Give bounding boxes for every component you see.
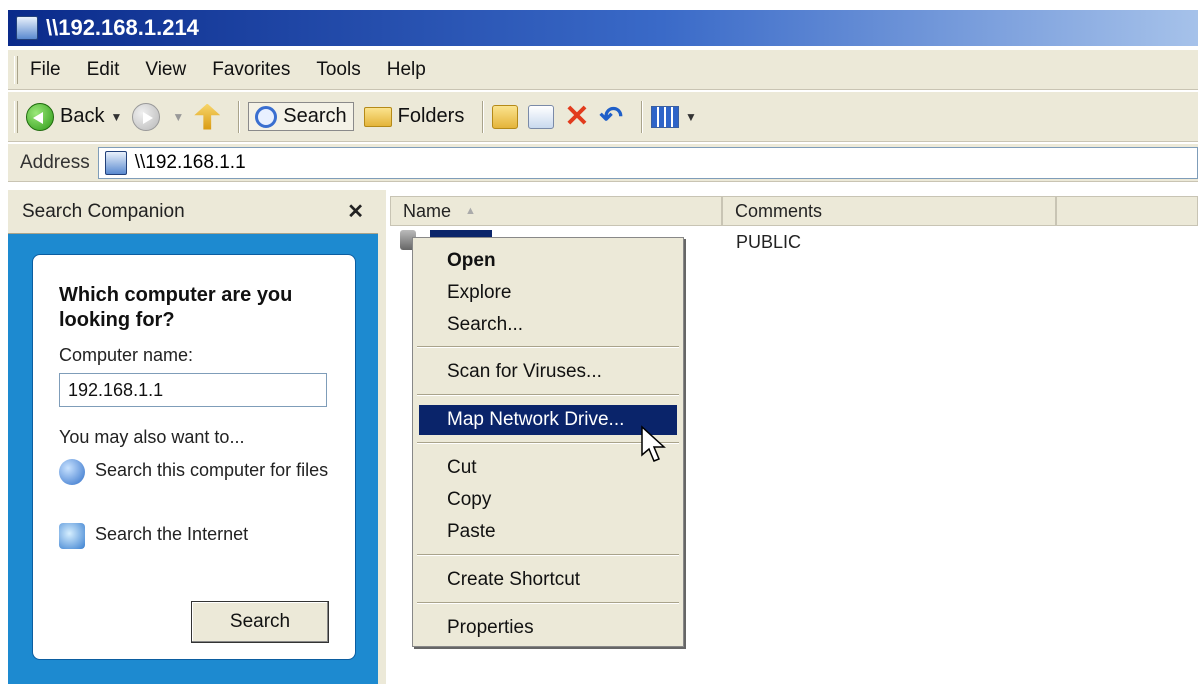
folders-label: Folders bbox=[397, 105, 465, 127]
context-separator bbox=[417, 394, 679, 396]
chevron-down-icon[interactable]: ▼ bbox=[685, 110, 697, 124]
up-arrow-icon bbox=[194, 103, 221, 130]
search-card: Which computer are you looking for? Comp… bbox=[32, 254, 356, 660]
computer-name-input[interactable]: 192.168.1.1 bbox=[59, 373, 327, 407]
toolbar-grip[interactable] bbox=[14, 100, 18, 133]
address-label: Address bbox=[20, 151, 90, 173]
menu-file[interactable]: File bbox=[30, 59, 61, 81]
column-header-blank[interactable] bbox=[1056, 196, 1198, 226]
also-want-label: You may also want to... bbox=[59, 427, 245, 447]
context-item-explore[interactable]: Explore bbox=[419, 278, 677, 308]
search-icon bbox=[255, 105, 278, 128]
column-header-name[interactable]: Name ▲ bbox=[390, 196, 722, 226]
search-label: Search bbox=[283, 105, 347, 127]
delete-icon[interactable]: ✕ bbox=[564, 101, 589, 132]
search-submit-button[interactable]: Search bbox=[191, 601, 329, 643]
search-computer-files-link[interactable]: Search this computer for files bbox=[59, 459, 329, 485]
title-bar: \\192.168.1.214 bbox=[8, 10, 1198, 46]
search-files-icon bbox=[59, 459, 85, 485]
search-question: Which computer are you looking for? bbox=[59, 284, 293, 331]
back-arrow-icon bbox=[26, 102, 54, 131]
move-to-icon[interactable] bbox=[492, 104, 519, 129]
address-value: \\192.168.1.1 bbox=[134, 151, 246, 173]
mouse-pointer-icon bbox=[641, 425, 666, 462]
context-item-create-shortcut[interactable]: Create Shortcut bbox=[419, 565, 677, 595]
column-name-label: Name bbox=[403, 200, 452, 221]
search-computer-files-label: Search this computer for files bbox=[95, 460, 329, 480]
undo-icon[interactable]: ↶ bbox=[599, 102, 622, 131]
menu-favorites[interactable]: Favorites bbox=[212, 59, 290, 81]
search-internet-link[interactable]: Search the Internet bbox=[59, 523, 248, 549]
up-folder-button[interactable] bbox=[194, 103, 221, 130]
views-button[interactable]: ▼ bbox=[650, 105, 697, 128]
context-item-copy[interactable]: Copy bbox=[419, 485, 677, 515]
copy-to-icon[interactable] bbox=[528, 104, 555, 129]
search-companion-title: Search Companion bbox=[22, 200, 185, 222]
address-input[interactable]: \\192.168.1.1 bbox=[97, 146, 1198, 179]
toolbar-separator bbox=[482, 100, 485, 133]
context-item-map-network-drive[interactable]: Map Network Drive... bbox=[419, 405, 677, 435]
menu-bar: File Edit View Favorites Tools Help bbox=[8, 50, 1198, 90]
window-title: \\192.168.1.214 bbox=[46, 15, 199, 40]
menu-tools[interactable]: Tools bbox=[316, 59, 360, 81]
folders-button[interactable]: Folders bbox=[363, 105, 465, 128]
context-separator bbox=[417, 554, 679, 556]
toolbar-separator bbox=[238, 100, 241, 133]
context-separator bbox=[417, 346, 679, 348]
back-button[interactable]: Back ▼ bbox=[26, 102, 122, 131]
menu-edit[interactable]: Edit bbox=[87, 59, 120, 81]
standard-toolbar: Back ▼ ▼ Search Folders ✕ ↶ ▼ bbox=[8, 92, 1198, 142]
menu-view[interactable]: View bbox=[145, 59, 186, 81]
context-item-scan-viruses[interactable]: Scan for Viruses... bbox=[419, 357, 677, 387]
search-internet-label: Search the Internet bbox=[95, 524, 249, 544]
computer-name-label: Computer name: bbox=[59, 345, 194, 365]
context-item-paste[interactable]: Paste bbox=[419, 517, 677, 547]
forward-arrow-icon bbox=[132, 102, 161, 131]
chevron-down-icon[interactable]: ▼ bbox=[172, 110, 184, 124]
network-folder-icon bbox=[104, 150, 127, 175]
column-comments-label: Comments bbox=[735, 200, 823, 221]
address-bar: Address \\192.168.1.1 bbox=[8, 144, 1198, 182]
context-separator bbox=[417, 602, 679, 604]
context-item-search[interactable]: Search... bbox=[419, 310, 677, 340]
toolbar-grip[interactable] bbox=[14, 55, 18, 84]
row-comment: PUBLIC bbox=[736, 232, 802, 252]
folder-icon bbox=[363, 106, 392, 127]
context-item-open[interactable]: Open bbox=[419, 246, 677, 276]
context-item-cut[interactable]: Cut bbox=[419, 453, 677, 483]
forward-button[interactable]: ▼ bbox=[132, 102, 184, 131]
close-icon[interactable]: ✕ bbox=[347, 199, 364, 224]
back-label: Back bbox=[60, 105, 105, 127]
search-internet-icon bbox=[59, 523, 85, 549]
network-folder-icon bbox=[16, 16, 38, 40]
search-button[interactable]: Search bbox=[248, 102, 354, 131]
sort-ascending-icon: ▲ bbox=[465, 205, 476, 217]
column-header-comments[interactable]: Comments bbox=[722, 196, 1056, 226]
toolbar-separator bbox=[640, 100, 643, 133]
views-icon bbox=[650, 105, 679, 128]
search-companion-pane: Search Companion ✕ Which computer are yo… bbox=[8, 190, 378, 684]
context-item-properties[interactable]: Properties bbox=[419, 613, 677, 643]
chevron-down-icon[interactable]: ▼ bbox=[110, 110, 122, 124]
search-companion-header: Search Companion ✕ bbox=[8, 190, 378, 234]
menu-help[interactable]: Help bbox=[387, 59, 426, 81]
pane-splitter[interactable] bbox=[378, 190, 386, 684]
